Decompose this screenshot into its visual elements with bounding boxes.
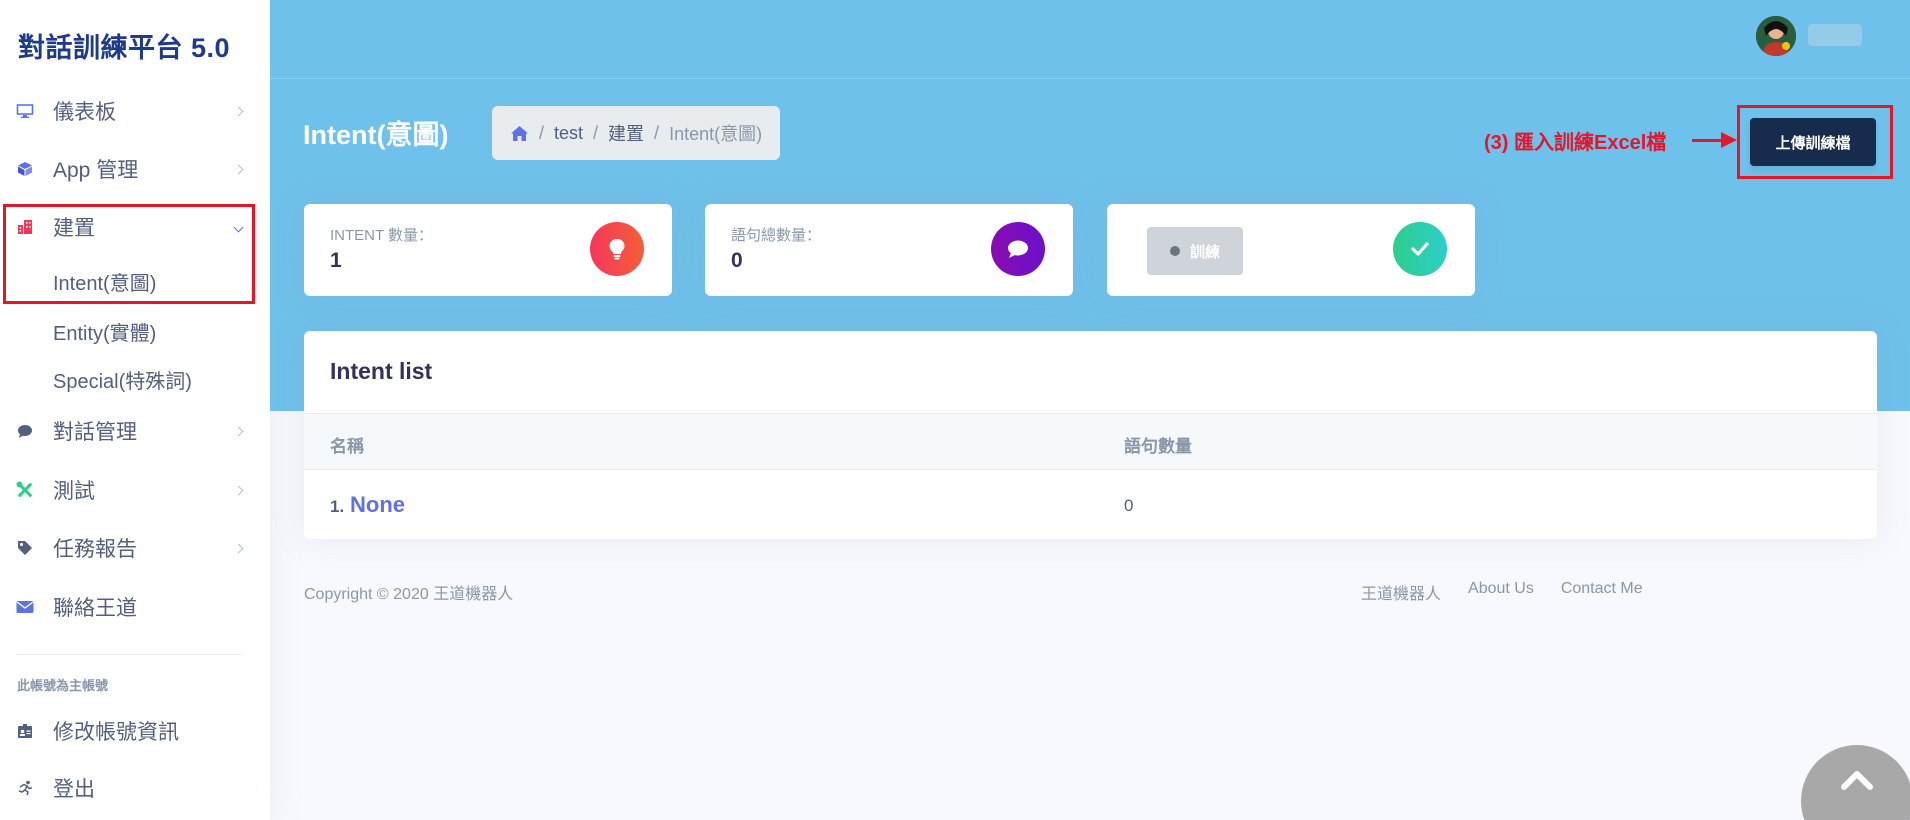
- card-title: Intent list: [330, 358, 433, 384]
- annotation-text: (3) 匯入訓練Excel檔: [1484, 132, 1667, 154]
- sidebar-divider: [17, 654, 242, 655]
- sidebar-item-label: 修改帳號資訊: [53, 721, 179, 744]
- user-name-blurred: [1808, 24, 1862, 46]
- avatar[interactable]: [1756, 16, 1796, 56]
- lightbulb-icon: [590, 222, 644, 276]
- cube-icon: [16, 160, 34, 178]
- breadcrumb-separator: /: [654, 122, 660, 143]
- intent-name-link[interactable]: None: [350, 492, 405, 518]
- sidebar-item-label: 登出: [53, 778, 95, 801]
- breadcrumb: / test / 建置 / Intent(意圖): [492, 106, 781, 160]
- sidebar-item-label: 建置: [53, 217, 95, 240]
- breadcrumb-separator: /: [593, 122, 599, 143]
- sidebar-item-edit-account[interactable]: 修改帳號資訊: [0, 711, 270, 751]
- column-header-count[interactable]: 語句數量: [1124, 432, 1192, 457]
- stat-label: INTENT 數量：: [330, 227, 434, 244]
- chevron-right-icon: [233, 106, 244, 116]
- stat-label: 語句總數量：: [731, 227, 822, 244]
- annotation-arrow-head: [1721, 132, 1737, 148]
- sidebar-item-label: 任務報告: [53, 538, 137, 561]
- sidebar-item-testing[interactable]: 測試: [0, 470, 270, 510]
- table-header: 名稱 語句數量: [304, 413, 1877, 470]
- sidebar-item-label: 測試: [53, 480, 95, 503]
- tag-icon: [16, 539, 34, 557]
- utterance-count: 0: [1124, 496, 1134, 515]
- chat-bubble-icon: [16, 422, 34, 440]
- footer-link-about[interactable]: About Us: [1468, 580, 1534, 604]
- page-title: Intent(意圖): [303, 120, 449, 150]
- stat-value: 1: [330, 249, 342, 272]
- utterance-count-card: 語句總數量： 0: [705, 204, 1073, 296]
- annotation-arrow: [1692, 139, 1722, 142]
- topbar-divider: [270, 78, 1910, 79]
- footer-link-company[interactable]: 王道機器人: [1361, 580, 1441, 604]
- training-status-card: 訓練: [1107, 204, 1475, 296]
- breadcrumb-separator: /: [539, 122, 545, 143]
- footer-link-contact[interactable]: Contact Me: [1561, 580, 1643, 604]
- sidebar-item-label: 聯絡王道: [53, 597, 137, 620]
- sidebar-item-label: 儀表板: [53, 101, 116, 124]
- sidebar-subitem-entity[interactable]: Entity(實體): [53, 317, 156, 346]
- chevron-up-icon: [1840, 769, 1874, 796]
- breadcrumb-item[interactable]: test: [554, 123, 583, 144]
- account-heading: 此帳號為主帳號: [17, 678, 109, 693]
- sidebar-item-task-report[interactable]: 任務報告: [0, 528, 270, 568]
- train-button[interactable]: 訓練: [1147, 227, 1243, 275]
- sidebar-subitem-intent[interactable]: Intent(意圖): [53, 267, 156, 296]
- sidebar-item-contact[interactable]: 聯絡王道: [0, 587, 270, 627]
- table-row: 1. None 0: [304, 470, 1877, 539]
- sidebar-subitem-special[interactable]: Special(特殊詞): [53, 365, 192, 394]
- sidebar-item-build[interactable]: 建置: [0, 207, 270, 247]
- brand-title[interactable]: 對話訓練平台 5.0: [18, 26, 230, 65]
- column-header-name[interactable]: 名稱: [330, 432, 364, 457]
- running-person-icon: [16, 779, 34, 797]
- sidebar-item-label: App 管理: [53, 159, 139, 182]
- id-card-icon: [16, 722, 34, 740]
- monitor-icon: [16, 102, 34, 120]
- breadcrumb-item[interactable]: 建置: [608, 120, 644, 146]
- sidebar: 對話訓練平台 5.0 儀表板 App 管理 建置 Intent(意圖) Enti…: [0, 0, 270, 820]
- chevron-right-icon: [233, 485, 244, 495]
- sidebar-item-dialog-management[interactable]: 對話管理: [0, 411, 270, 451]
- intent-list-card: Intent list 名稱 語句數量 1. None 0: [304, 331, 1877, 539]
- sidebar-item-label: 對話管理: [53, 421, 137, 444]
- status-dot-icon: [1169, 246, 1180, 256]
- train-button-label: 訓練: [1189, 243, 1220, 261]
- chevron-down-icon: [233, 222, 244, 232]
- stat-value: 0: [731, 249, 743, 272]
- sidebar-item-app-management[interactable]: App 管理: [0, 149, 270, 189]
- chevron-right-icon: [233, 426, 244, 436]
- footer-copyright: Copyright © 2020 王道機器人: [304, 586, 514, 603]
- sidebar-item-dashboard[interactable]: 儀表板: [0, 91, 270, 131]
- tools-icon: [16, 481, 34, 499]
- upload-training-file-button[interactable]: 上傳訓練檔: [1750, 118, 1876, 166]
- chevron-right-icon: [233, 164, 244, 174]
- check-icon: [1393, 222, 1447, 276]
- envelope-icon: [16, 598, 34, 616]
- breadcrumb-item-active: Intent(意圖): [669, 124, 763, 144]
- footer-links: 王道機器人 About Us Contact Me: [1361, 580, 1643, 604]
- home-icon[interactable]: [510, 125, 529, 142]
- scroll-to-top-button[interactable]: [1801, 745, 1910, 820]
- sidebar-item-logout[interactable]: 登出: [0, 768, 270, 808]
- row-index: 1.: [330, 497, 345, 516]
- building-icon: [16, 218, 34, 236]
- speech-bubble-icon: [991, 222, 1045, 276]
- intent-count-card: INTENT 數量： 1: [304, 204, 672, 296]
- chevron-right-icon: [233, 543, 244, 553]
